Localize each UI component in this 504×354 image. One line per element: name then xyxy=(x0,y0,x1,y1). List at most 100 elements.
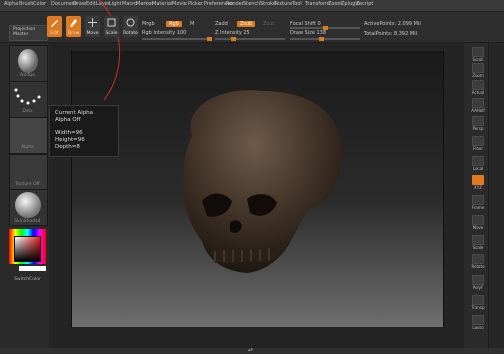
shelf-label: Transp xyxy=(471,305,485,310)
shelf-lasso-button[interactable]: Lasso xyxy=(470,315,486,330)
z-intensity-label[interactable]: Z Intensity 25 xyxy=(215,30,250,36)
shelf-label: XYZ xyxy=(474,185,482,190)
shelf-label: Rotate xyxy=(471,264,485,269)
tooltip-depth: Depth=8 xyxy=(55,144,80,150)
texture-label: Texture Off xyxy=(15,182,40,187)
shelf-frame-button[interactable]: Frame xyxy=(470,195,486,210)
m-button[interactable]: M xyxy=(190,21,194,27)
zsub-button[interactable]: Zsub xyxy=(237,21,255,27)
shelf-persp-button[interactable]: Persp xyxy=(470,116,486,131)
draw-label: Draw xyxy=(67,31,80,36)
z-intensity-knob[interactable] xyxy=(231,37,236,41)
rgb-intensity-label[interactable]: Rgb Intensity 100 xyxy=(142,30,186,36)
draw-button[interactable]: Draw xyxy=(66,16,81,37)
shelf-xyz-button[interactable]: XYZ xyxy=(470,175,486,190)
menu-color[interactable]: Color xyxy=(33,1,46,7)
alpha-label: Alpha xyxy=(21,145,34,150)
shelf-label: Actual xyxy=(471,90,485,95)
shelf-local-button[interactable]: Local xyxy=(470,156,486,171)
shelf-floor-button[interactable]: Floor xyxy=(470,136,486,151)
edit-icon xyxy=(51,20,58,27)
scroll-icon xyxy=(472,47,484,57)
edit-button[interactable]: Edit xyxy=(47,16,62,37)
mrgb-button[interactable]: Mrgb xyxy=(142,21,155,27)
shelf-move-button[interactable]: Move xyxy=(470,215,486,230)
rotate-icon xyxy=(126,18,135,27)
rotate-button[interactable]: Rotate xyxy=(123,16,138,37)
menu-render[interactable]: Render xyxy=(226,1,244,7)
shelf-transp-button[interactable]: Transp xyxy=(470,295,486,310)
menu-marker[interactable]: Marker xyxy=(136,1,153,7)
zcut-button[interactable]: Zcut xyxy=(263,21,274,27)
move-icon xyxy=(472,215,484,225)
main-color-swatch[interactable] xyxy=(19,266,46,271)
brush-sphere-icon xyxy=(18,49,38,73)
move-icon xyxy=(88,18,97,27)
frame-icon xyxy=(472,195,484,205)
menu-tool[interactable]: Tool xyxy=(292,1,302,7)
shelf-aahalf-button[interactable]: AAHalf xyxy=(470,98,486,113)
projection-master-button[interactable]: Projection Master xyxy=(9,25,48,41)
shelf-polyf-button[interactable]: PolyF xyxy=(470,275,486,290)
edit-label: Edit xyxy=(50,31,59,36)
scale-label: Scale xyxy=(105,31,118,36)
local-icon xyxy=(472,156,484,166)
shelf-label: Zoom xyxy=(472,73,484,78)
shelf-label: Scale xyxy=(472,245,484,250)
total-points: TotalPoints: 8.392 Mil xyxy=(364,31,417,37)
brush-label: Nudge xyxy=(20,73,35,78)
zadd-button[interactable]: Zadd xyxy=(215,21,228,27)
menu-brush[interactable]: Brush xyxy=(19,1,33,7)
rgb-intensity-slider[interactable] xyxy=(142,37,212,41)
menu-movie[interactable]: Movie xyxy=(172,1,187,7)
zoom-icon xyxy=(472,63,484,73)
menu-picker[interactable]: Picker xyxy=(188,1,203,7)
rgb-intensity-knob[interactable] xyxy=(207,37,212,41)
right-scrollbar[interactable] xyxy=(488,43,504,348)
shelf-label: PolyF xyxy=(472,285,484,290)
floor-icon xyxy=(472,136,484,146)
pencil-icon xyxy=(70,19,77,27)
projection-master-label: Projection Master xyxy=(13,27,36,37)
move-button[interactable]: Move xyxy=(85,16,100,37)
menu-alpha[interactable]: Alpha xyxy=(4,1,18,7)
focal-shift-slider[interactable] xyxy=(290,26,360,30)
menu-material[interactable]: Material xyxy=(152,1,172,7)
switch-color-button[interactable]: SwitchColor xyxy=(9,277,46,282)
lasso-icon xyxy=(472,315,484,325)
shelf-scale-button[interactable]: Scale xyxy=(470,235,486,250)
color-picker[interactable] xyxy=(9,229,46,271)
shelf-zoom-button[interactable]: Zoom xyxy=(470,63,486,78)
rotate-icon xyxy=(472,254,484,264)
shelf-label: Floor xyxy=(473,146,483,151)
stroke-label: Dots xyxy=(22,109,33,114)
menu-texture[interactable]: Texture xyxy=(274,1,292,7)
scale-button[interactable]: Scale xyxy=(104,16,119,37)
scale-icon xyxy=(107,18,116,27)
menu-transform[interactable]: Transform xyxy=(305,1,330,7)
draw-size-label[interactable]: Draw Size 138 xyxy=(290,30,326,36)
alpha-tooltip: Current Alpha Alpha Off Width=96 Height=… xyxy=(49,105,119,157)
shelf-label: Frame xyxy=(471,205,485,210)
shelf-label: AAHalf xyxy=(471,108,485,113)
tooltip-height: Height=96 xyxy=(55,137,85,143)
scale-icon xyxy=(472,235,484,245)
shelf-scroll-button[interactable]: Scroll xyxy=(470,47,486,62)
dots-stroke-icon xyxy=(14,88,41,105)
shelf-actual-button[interactable]: Actual xyxy=(470,80,486,95)
bottom-status-bar: ▴▾ xyxy=(0,347,504,354)
draw-size-slider[interactable] xyxy=(290,37,360,41)
menu-zscript[interactable]: Zscript xyxy=(356,1,373,7)
shelf-rotate-button[interactable]: Rotate xyxy=(470,254,486,269)
color-square[interactable] xyxy=(14,236,41,262)
persp-icon xyxy=(472,116,484,126)
z-intensity-slider[interactable] xyxy=(215,37,285,41)
collapse-arrows-icon[interactable]: ▴▾ xyxy=(248,347,253,353)
rgb-button[interactable]: Rgb xyxy=(166,21,182,27)
draw-size-knob[interactable] xyxy=(319,37,324,41)
material-sphere-icon xyxy=(15,192,41,218)
menu-stencil[interactable]: Stencil xyxy=(243,1,260,7)
actual-icon xyxy=(472,80,484,90)
transp-icon xyxy=(472,295,484,305)
move-label: Move xyxy=(86,31,99,36)
